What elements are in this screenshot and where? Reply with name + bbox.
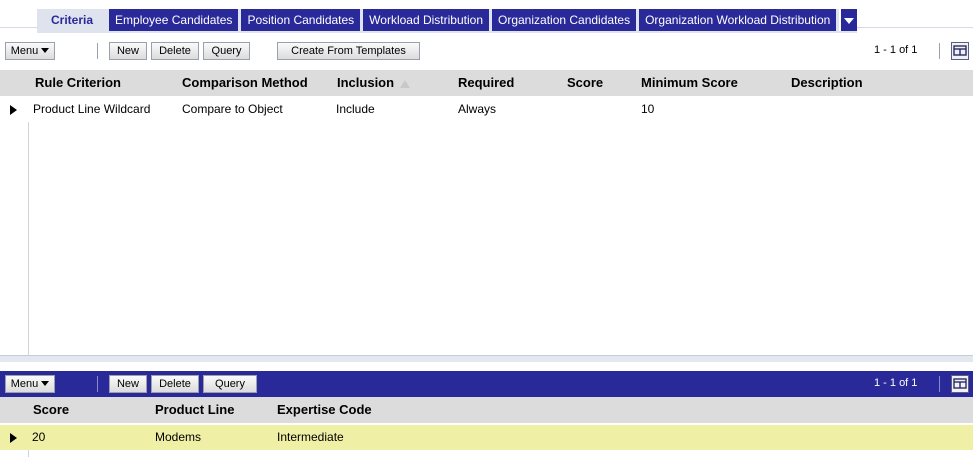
criteria-list: Rule Criterion Comparison Method Inclusi… <box>0 70 973 355</box>
create-from-templates-button[interactable]: Create From Templates <box>277 42 420 60</box>
tab-organization-workload-distribution[interactable]: Organization Workload Distribution <box>639 9 837 31</box>
criteria-new-button[interactable]: New <box>109 42 147 60</box>
criteria-delete-button[interactable]: Delete <box>151 42 199 60</box>
menu-label: Menu <box>10 45 39 57</box>
cell-product-line[interactable]: Modems <box>155 425 201 450</box>
chevron-down-icon <box>41 48 50 53</box>
product-line-menu-button[interactable]: Menu <box>5 375 55 393</box>
criteria-list-header: Rule Criterion Comparison Method Inclusi… <box>0 70 973 96</box>
criteria-record-count: 1 - 1 of 1 <box>874 44 918 56</box>
product-line-record-count: 1 - 1 of 1 <box>874 377 918 389</box>
cell-minimum-score[interactable]: 10 <box>641 97 654 122</box>
applet-splitter[interactable] <box>0 355 973 362</box>
product-line-list: Score Product Line Expertise Code 20 Mod… <box>0 397 973 457</box>
row-selector-icon[interactable] <box>10 433 17 443</box>
col-score[interactable]: Score <box>567 70 603 96</box>
product-line-new-button[interactable]: New <box>109 375 147 393</box>
menu-label: Menu <box>10 378 39 390</box>
chevron-down-icon <box>41 381 50 386</box>
table-row[interactable]: 20 Modems Intermediate <box>0 425 973 450</box>
tab-bar: Criteria Employee Candidates Position Ca… <box>0 0 973 35</box>
toolbar-divider <box>939 376 940 392</box>
toolbar-divider <box>97 43 98 59</box>
row-gutter-divider <box>28 450 29 457</box>
tab-position-candidates[interactable]: Position Candidates <box>241 9 361 31</box>
cell-rule-criterion[interactable]: Product Line Wildcard <box>33 97 150 122</box>
more-tabs-dropdown-icon[interactable] <box>839 9 858 31</box>
col-rule-criterion[interactable]: Rule Criterion <box>35 70 121 96</box>
cell-comparison-method[interactable]: Compare to Object <box>182 97 283 122</box>
table-row[interactable]: Product Line Wildcard Compare to Object … <box>0 97 973 122</box>
cell-required[interactable]: Always <box>458 97 496 122</box>
toolbar-divider <box>939 43 940 59</box>
product-line-toolbar: Menu New Delete Query 1 - 1 of 1 <box>0 371 973 397</box>
tab-criteria[interactable]: Criteria <box>37 9 107 31</box>
col-minimum-score[interactable]: Minimum Score <box>641 70 738 96</box>
row-layout-icon[interactable] <box>951 42 969 60</box>
col-inclusion-label: Inclusion <box>337 75 395 90</box>
view-tabs: Criteria Employee Candidates Position Ca… <box>37 9 858 33</box>
product-line-list-header: Score Product Line Expertise Code <box>0 397 973 423</box>
row-layout-icon[interactable] <box>951 375 969 393</box>
criteria-query-button[interactable]: Query <box>203 42 250 60</box>
product-line-query-button[interactable]: Query <box>203 375 257 393</box>
product-line-delete-button[interactable]: Delete <box>151 375 199 393</box>
sort-ascending-icon[interactable] <box>400 80 411 88</box>
col-comparison-method[interactable]: Comparison Method <box>182 70 308 96</box>
toolbar-divider <box>97 376 98 392</box>
tab-organization-candidates[interactable]: Organization Candidates <box>492 9 637 31</box>
cell-inclusion[interactable]: Include <box>336 97 375 122</box>
col-description[interactable]: Description <box>791 70 863 96</box>
col-product-line[interactable]: Product Line <box>155 397 234 423</box>
col-score[interactable]: Score <box>33 397 69 423</box>
tab-employee-candidates[interactable]: Employee Candidates <box>109 9 239 31</box>
col-required[interactable]: Required <box>458 70 514 96</box>
col-inclusion[interactable]: Inclusion <box>337 70 411 96</box>
col-expertise-code[interactable]: Expertise Code <box>277 397 372 423</box>
cell-score[interactable]: 20 <box>32 425 45 450</box>
criteria-menu-button[interactable]: Menu <box>5 42 55 60</box>
cell-expertise-code[interactable]: Intermediate <box>277 425 344 450</box>
tab-workload-distribution[interactable]: Workload Distribution <box>363 9 489 31</box>
row-gutter-divider <box>28 122 29 355</box>
row-selector-icon[interactable] <box>10 105 17 115</box>
criteria-toolbar: Menu New Delete Query Create From Templa… <box>0 38 973 64</box>
